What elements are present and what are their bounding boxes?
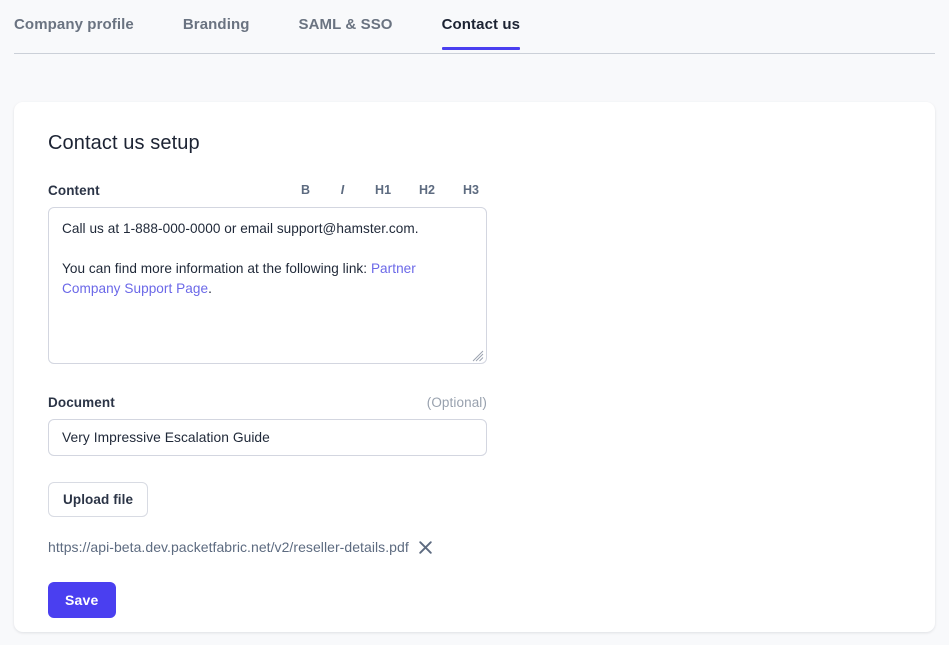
content-label: Content bbox=[48, 183, 100, 198]
content-paragraph-2-text: You can find more information at the fol… bbox=[62, 261, 371, 276]
heading-1-button[interactable]: H1 bbox=[375, 184, 391, 197]
tab-label: Company profile bbox=[14, 16, 134, 33]
document-field-header: Document (Optional) bbox=[48, 395, 487, 410]
uploaded-file-url: https://api-beta.dev.packetfabric.net/v2… bbox=[48, 539, 409, 555]
content-rich-text-editor[interactable]: Call us at 1-888-000-0000 or email suppo… bbox=[48, 207, 487, 364]
document-field-group: Document (Optional) bbox=[48, 395, 487, 456]
close-icon[interactable] bbox=[418, 539, 434, 555]
content-paragraph-1: Call us at 1-888-000-0000 or email suppo… bbox=[62, 221, 419, 236]
rich-text-toolbar: B I H1 H2 H3 bbox=[301, 184, 487, 197]
textarea-resize-handle[interactable] bbox=[472, 349, 484, 362]
tab-saml-sso[interactable]: SAML & SSO bbox=[299, 0, 393, 50]
heading-3-button[interactable]: H3 bbox=[463, 184, 479, 197]
bold-button[interactable]: B bbox=[301, 184, 310, 197]
tab-company-profile[interactable]: Company profile bbox=[14, 0, 134, 50]
page-title: Contact us setup bbox=[48, 132, 200, 154]
italic-button[interactable]: I bbox=[338, 184, 347, 197]
document-label: Document bbox=[48, 395, 115, 410]
contact-us-setup-card: Contact us setup Content B I H1 H2 H3 Ca… bbox=[14, 102, 935, 632]
heading-2-button[interactable]: H2 bbox=[419, 184, 435, 197]
document-name-input[interactable] bbox=[48, 419, 487, 456]
tab-label: SAML & SSO bbox=[298, 16, 393, 33]
tab-branding[interactable]: Branding bbox=[183, 0, 250, 50]
settings-tab-bar: Company profile Branding SAML & SSO Cont… bbox=[0, 0, 949, 55]
tab-bar-divider bbox=[14, 53, 935, 54]
content-field-header: Content B I H1 H2 H3 bbox=[48, 183, 487, 198]
tab-label: Branding bbox=[182, 16, 250, 33]
upload-file-button[interactable]: Upload file bbox=[48, 482, 149, 517]
content-paragraph-2: You can find more information at the fol… bbox=[62, 259, 473, 299]
document-optional-hint: (Optional) bbox=[426, 395, 487, 410]
content-paragraph-2-suffix: . bbox=[208, 281, 212, 296]
content-field-group: Content B I H1 H2 H3 Call us at 1-888-00… bbox=[48, 183, 487, 364]
tab-contact-us[interactable]: Contact us bbox=[441, 0, 521, 50]
uploaded-file-row: https://api-beta.dev.packetfabric.net/v2… bbox=[48, 539, 915, 555]
tab-label: Contact us bbox=[441, 16, 521, 33]
save-button[interactable]: Save bbox=[48, 582, 116, 618]
